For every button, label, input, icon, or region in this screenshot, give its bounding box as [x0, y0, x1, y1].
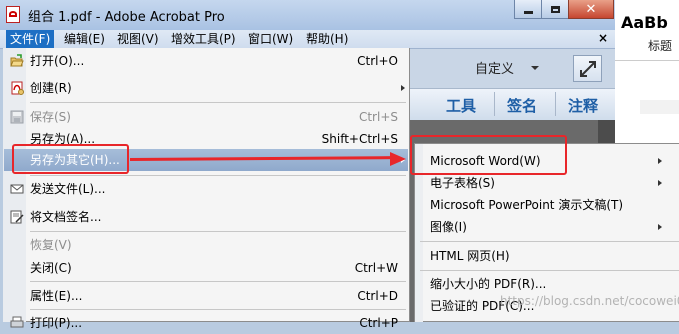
menu-item-create[interactable]: 创建(R) [4, 77, 408, 99]
menu-help[interactable]: 帮助(H) [302, 30, 352, 48]
menu-item-label: 创建(R) [30, 81, 72, 95]
submenu-arrow-icon [658, 158, 662, 164]
menu-item-shortcut: Ctrl+S [358, 110, 398, 124]
menu-item-label: 发送文件(L)... [30, 182, 106, 196]
menu-item-shortcut: Shift+Ctrl+S [321, 132, 398, 146]
open-folder-icon [10, 54, 24, 67]
submenu-item-label: 缩小大小的 PDF(R)... [430, 277, 547, 291]
submenu-item-label: HTML 网页(H) [430, 249, 510, 263]
submenu-item-label: Microsoft PowerPoint 演示文稿(T) [430, 198, 624, 212]
submenu-item-spreadsheet[interactable]: 电子表格(S) [415, 172, 679, 194]
menu-item-shortcut: Ctrl+W [354, 261, 398, 275]
minimize-icon [523, 10, 533, 14]
menu-item-print[interactable]: 打印(P)... Ctrl+P [4, 312, 408, 334]
menu-item-open[interactable]: 打开(O)... Ctrl+O [4, 50, 408, 72]
style-caption: 标题 [648, 39, 673, 53]
menu-item-label: 保存(S) [30, 110, 71, 124]
submenu-item-label: 图像(I) [430, 220, 467, 234]
minimize-button[interactable] [514, 0, 542, 19]
menu-item-shortcut: Ctrl+P [359, 316, 398, 330]
maximize-icon [550, 5, 560, 13]
menu-separator [30, 231, 406, 232]
submenu-separator [420, 270, 679, 271]
create-pdf-icon [11, 81, 24, 95]
menu-item-shortcut: Ctrl+O [357, 54, 398, 68]
chevron-down-icon [531, 66, 539, 70]
submenu-item-html[interactable]: HTML 网页(H) [415, 245, 679, 267]
submenu-separator [420, 241, 679, 242]
tab-sign[interactable]: 签名 [507, 95, 537, 116]
menu-item-label: 属性(E)... [30, 289, 83, 303]
window-title: 组合 1.pdf - Adobe Acrobat Pro [28, 10, 225, 25]
styles-preview: AaBb [621, 13, 668, 32]
maximize-button[interactable] [541, 0, 569, 19]
menu-item-sign-document[interactable]: 将文档签名... [4, 206, 408, 228]
menu-plugins[interactable]: 增效工具(P) [167, 30, 240, 48]
annotation-arrow-head [390, 152, 406, 166]
menu-separator [30, 281, 406, 282]
close-document-icon[interactable]: × [598, 31, 608, 45]
document-line [640, 100, 679, 114]
menu-item-shortcut: Ctrl+D [357, 289, 398, 303]
menu-bar: 文件(F) 编辑(E) 视图(V) 增效工具(P) 窗口(W) 帮助(H) × [0, 30, 615, 49]
expand-icon [580, 61, 596, 77]
menu-item-revert[interactable]: 恢复(V) [4, 234, 408, 256]
menu-separator [30, 309, 406, 310]
menu-item-close[interactable]: 关闭(C) Ctrl+W [4, 257, 408, 279]
envelope-icon [10, 184, 24, 194]
submenu-arrow-icon [401, 85, 405, 91]
submenu-arrow-icon [658, 224, 662, 230]
tab-comment[interactable]: 注释 [568, 95, 598, 116]
tab-divider [555, 92, 556, 116]
menu-item-properties[interactable]: 属性(E)... Ctrl+D [4, 285, 408, 307]
pdf-file-icon [6, 6, 20, 23]
tab-tools[interactable]: 工具 [446, 95, 476, 116]
submenu-item-label: 电子表格(S) [430, 176, 495, 190]
menu-window[interactable]: 窗口(W) [244, 30, 297, 48]
menu-item-label: 关闭(C) [30, 261, 72, 275]
menu-item-label: 打开(O)... [30, 54, 85, 68]
menu-item-label: 恢复(V) [30, 238, 72, 252]
watermark: https://blog.csdn.net/cocowei0306 [500, 294, 679, 308]
ribbon-divider [615, 60, 679, 61]
menu-separator [30, 102, 406, 103]
close-icon: ✕ [585, 1, 597, 17]
menu-separator [30, 175, 406, 176]
menu-item-send-file[interactable]: 发送文件(L)... [4, 178, 408, 200]
tab-divider [494, 92, 495, 116]
menu-item-save[interactable]: 保存(S) Ctrl+S [4, 106, 408, 128]
menu-item-label: 将文档签名... [30, 210, 102, 224]
close-window-button[interactable]: ✕ [568, 0, 614, 19]
expand-button[interactable] [573, 55, 602, 82]
sign-document-icon [10, 210, 24, 224]
menu-view[interactable]: 视图(V) [113, 30, 163, 48]
customize-dropdown[interactable]: 自定义 [475, 58, 514, 77]
annotation-highlight-box [410, 135, 567, 175]
menu-file[interactable]: 文件(F) [6, 30, 55, 48]
annotation-highlight-box [12, 144, 129, 174]
submenu-item-image[interactable]: 图像(I) [415, 216, 679, 238]
menu-item-label: 打印(P)... [30, 316, 83, 330]
menu-edit[interactable]: 编辑(E) [60, 30, 109, 48]
submenu-item-reduced-pdf[interactable]: 缩小大小的 PDF(R)... [415, 273, 679, 295]
save-disk-icon [10, 110, 24, 124]
submenu-item-powerpoint[interactable]: Microsoft PowerPoint 演示文稿(T) [415, 194, 679, 216]
submenu-arrow-icon [658, 180, 662, 186]
printer-icon [10, 316, 24, 328]
